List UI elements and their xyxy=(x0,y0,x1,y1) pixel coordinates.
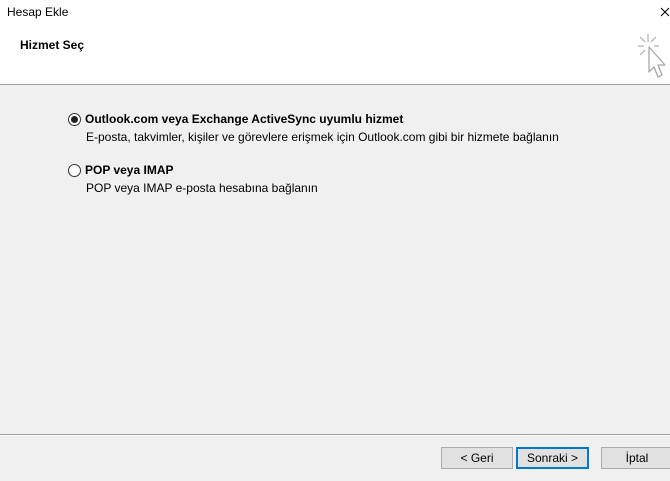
radio-selected-dot xyxy=(71,115,78,123)
next-button[interactable]: Sonraki > xyxy=(516,447,589,469)
close-icon xyxy=(660,7,670,17)
option-pop-imap-label[interactable]: POP veya IMAP xyxy=(85,163,174,177)
back-button[interactable]: < Geri xyxy=(441,447,513,469)
option-exchange[interactable]: Outlook.com veya Exchange ActiveSync uyu… xyxy=(68,111,559,144)
option-exchange-description: E-posta, takvimler, kişiler ve görevlere… xyxy=(86,130,559,144)
close-button[interactable] xyxy=(658,0,670,24)
window-title: Hesap Ekle xyxy=(7,5,69,19)
dialog-header: Hizmet Seç xyxy=(0,26,670,85)
option-pop-imap[interactable]: POP veya IMAP POP veya IMAP e-posta hesa… xyxy=(68,162,559,195)
footer-divider xyxy=(0,434,670,436)
page-title: Hizmet Seç xyxy=(20,38,85,52)
add-account-dialog: Hesap Ekle Hizmet Seç Outlook.com veya E… xyxy=(0,0,670,481)
option-exchange-label[interactable]: Outlook.com veya Exchange ActiveSync uyu… xyxy=(85,112,403,126)
cursor-sparkle-icon xyxy=(638,34,666,78)
service-options: Outlook.com veya Exchange ActiveSync uyu… xyxy=(68,111,559,213)
radio-exchange[interactable] xyxy=(68,112,81,126)
title-bar: Hesap Ekle xyxy=(0,0,670,26)
radio-pop-imap[interactable] xyxy=(68,163,81,177)
option-pop-imap-description: POP veya IMAP e-posta hesabına bağlanın xyxy=(86,181,318,195)
cancel-button[interactable]: İptal xyxy=(601,447,670,469)
